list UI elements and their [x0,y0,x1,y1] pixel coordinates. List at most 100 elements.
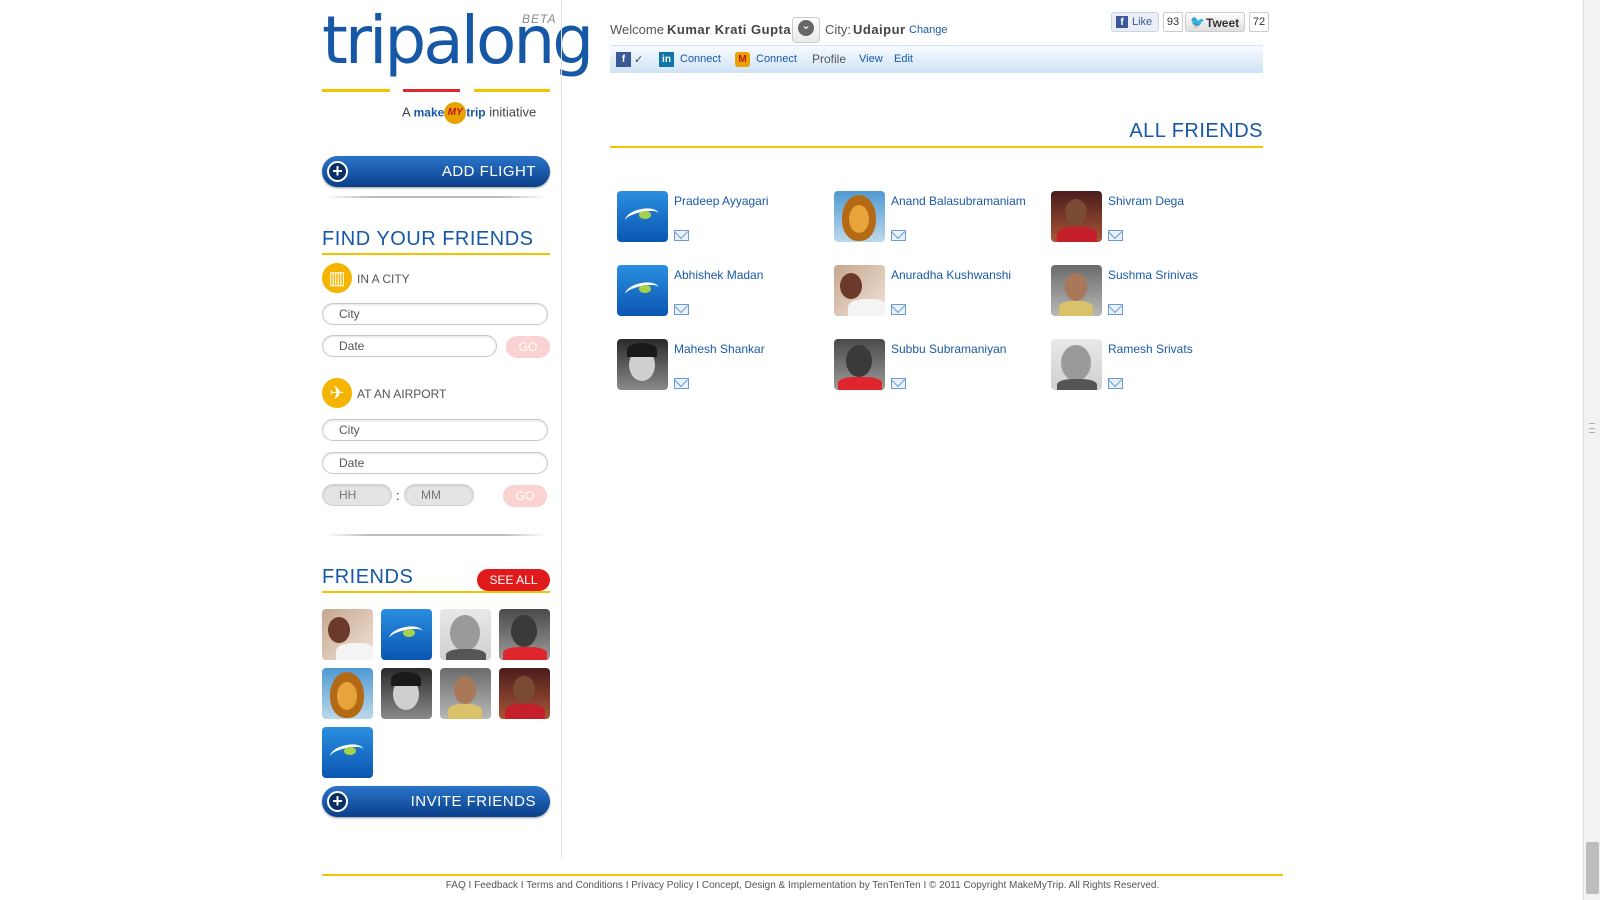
scrollbar-grip-icon [1589,423,1595,433]
message-envelope-icon[interactable] [674,304,689,315]
initiative-trip: trip [466,105,486,120]
friend-avatar[interactable] [617,265,668,316]
city-go-button[interactable]: GO [506,336,550,358]
friend-name-link[interactable]: Shivram Dega [1108,194,1184,208]
friend-card: Sushma Srinivas [1051,265,1261,317]
friend-thumbnail[interactable] [322,727,373,778]
friend-avatar[interactable] [1051,191,1102,242]
add-flight-label: ADD FLIGHT [441,163,536,180]
friend-name-link[interactable]: Abhishek Madan [674,268,763,282]
airport-go-button[interactable]: GO [503,485,547,507]
profile-edit-link[interactable]: Edit [894,53,913,65]
airport-date-input[interactable] [339,456,547,470]
friend-thumbnail[interactable] [322,609,373,660]
airport-date-field[interactable] [322,452,548,474]
friend-card: Subbu Subramaniyan [834,339,1044,391]
makemytrip-connect-link[interactable]: Connect [756,53,797,65]
friend-name-link[interactable]: Pradeep Ayyagari [674,194,769,208]
linkedin-icon[interactable]: in [659,52,674,67]
friend-avatar[interactable] [617,191,668,242]
hour-field[interactable] [322,484,392,506]
minute-field[interactable] [404,484,474,506]
friend-card: Anuradha Kushwanshi [834,265,1044,317]
divider [326,534,546,536]
airplane-icon: ✈ [322,378,352,408]
tripalong-logo[interactable]: tripalong BETA A make MY trip initiative [322,2,594,128]
initiative-make: make [413,105,445,120]
facebook-like-button[interactable]: f Like [1111,12,1159,32]
message-envelope-icon[interactable] [674,378,689,389]
profile-view-link[interactable]: View [859,53,883,65]
friend-avatar[interactable] [1051,339,1102,390]
page-scrollbar[interactable] [1583,0,1600,900]
tweet-count: 72 [1249,12,1269,32]
footer-terms-link[interactable]: Terms and Conditions [526,880,623,891]
makemytrip-initiative: A make MY trip initiative [402,102,536,124]
friend-card: Shivram Dega [1051,191,1261,243]
sidebar-border [561,0,562,858]
tweet-button[interactable]: 🐦 Tweet [1185,12,1245,32]
friend-thumbnail[interactable] [440,668,491,719]
footer-faq-link[interactable]: FAQ [446,880,466,891]
invite-friends-button[interactable]: + INVITE FRIENDS [322,786,550,817]
friend-thumbnail[interactable] [322,668,373,719]
footer-feedback-link[interactable]: Feedback [474,880,518,891]
airport-city-input[interactable] [339,423,547,437]
city-search-city-input[interactable] [339,307,547,321]
friend-name-link[interactable]: Sushma Srinivas [1108,268,1198,282]
friend-thumbnail[interactable] [499,668,550,719]
message-envelope-icon[interactable] [1108,230,1123,241]
friend-card: Mahesh Shankar [617,339,827,391]
friend-name-link[interactable]: Anand Balasubramaniam [891,194,1026,208]
message-envelope-icon[interactable] [891,378,906,389]
friend-avatar[interactable] [1051,265,1102,316]
friend-avatar[interactable] [834,191,885,242]
message-envelope-icon[interactable] [891,230,906,241]
message-envelope-icon[interactable] [1108,378,1123,389]
friend-name-link[interactable]: Mahesh Shankar [674,342,765,356]
friend-thumbnail[interactable] [381,609,432,660]
makemytrip-logo-icon: MY [444,102,467,124]
find-friends-title: FIND YOUR FRIENDS [322,228,550,255]
change-city-link[interactable]: Change [909,24,948,36]
see-all-button[interactable]: SEE ALL [477,569,550,591]
friend-avatar[interactable] [834,339,885,390]
facebook-icon[interactable]: f [616,52,631,67]
message-envelope-icon[interactable] [891,304,906,315]
hour-input[interactable] [339,488,391,502]
scrollbar-thumb[interactable] [1586,842,1599,894]
user-name: Kumar Krati Gupta [667,22,792,37]
footer-separator: I [520,880,524,891]
footer-separator: I [923,880,927,891]
friend-thumbnail[interactable] [440,609,491,660]
linkedin-connect-link[interactable]: Connect [680,53,721,65]
city-search-city-field[interactable] [322,303,548,325]
friend-avatar[interactable] [834,265,885,316]
friend-name-link[interactable]: Subbu Subramaniyan [891,342,1006,356]
footer-privacy-link[interactable]: Privacy Policy [631,880,693,891]
friend-thumbnail[interactable] [381,668,432,719]
friend-card: Abhishek Madan [617,265,827,317]
airport-city-field[interactable] [322,419,548,441]
footer-copyright: © 2011 Copyright MakeMyTrip. All Rights … [929,880,1160,891]
friend-card: Ramesh Srivats [1051,339,1261,391]
friend-avatar[interactable] [617,339,668,390]
tweet-label: Tweet [1206,16,1240,30]
divider [326,196,546,198]
message-envelope-icon[interactable] [1108,304,1123,315]
facebook-connected-check: ✓ [634,54,644,66]
city-search-date-field[interactable] [322,335,497,357]
message-envelope-icon[interactable] [674,230,689,241]
footer-separator: I [696,880,700,891]
city-search-date-input[interactable] [339,339,496,353]
logo-line-yellow-right [474,89,550,92]
in-a-city-label: IN A CITY [357,272,410,286]
friend-card: Pradeep Ayyagari [617,191,827,243]
makemytrip-icon[interactable]: M [735,52,750,67]
add-flight-button[interactable]: + ADD FLIGHT [322,156,550,187]
friend-name-link[interactable]: Ramesh Srivats [1108,342,1193,356]
minute-input[interactable] [421,488,473,502]
friend-name-link[interactable]: Anuradha Kushwanshi [891,268,1011,282]
account-dropdown-button[interactable] [792,17,820,43]
friend-thumbnail[interactable] [499,609,550,660]
